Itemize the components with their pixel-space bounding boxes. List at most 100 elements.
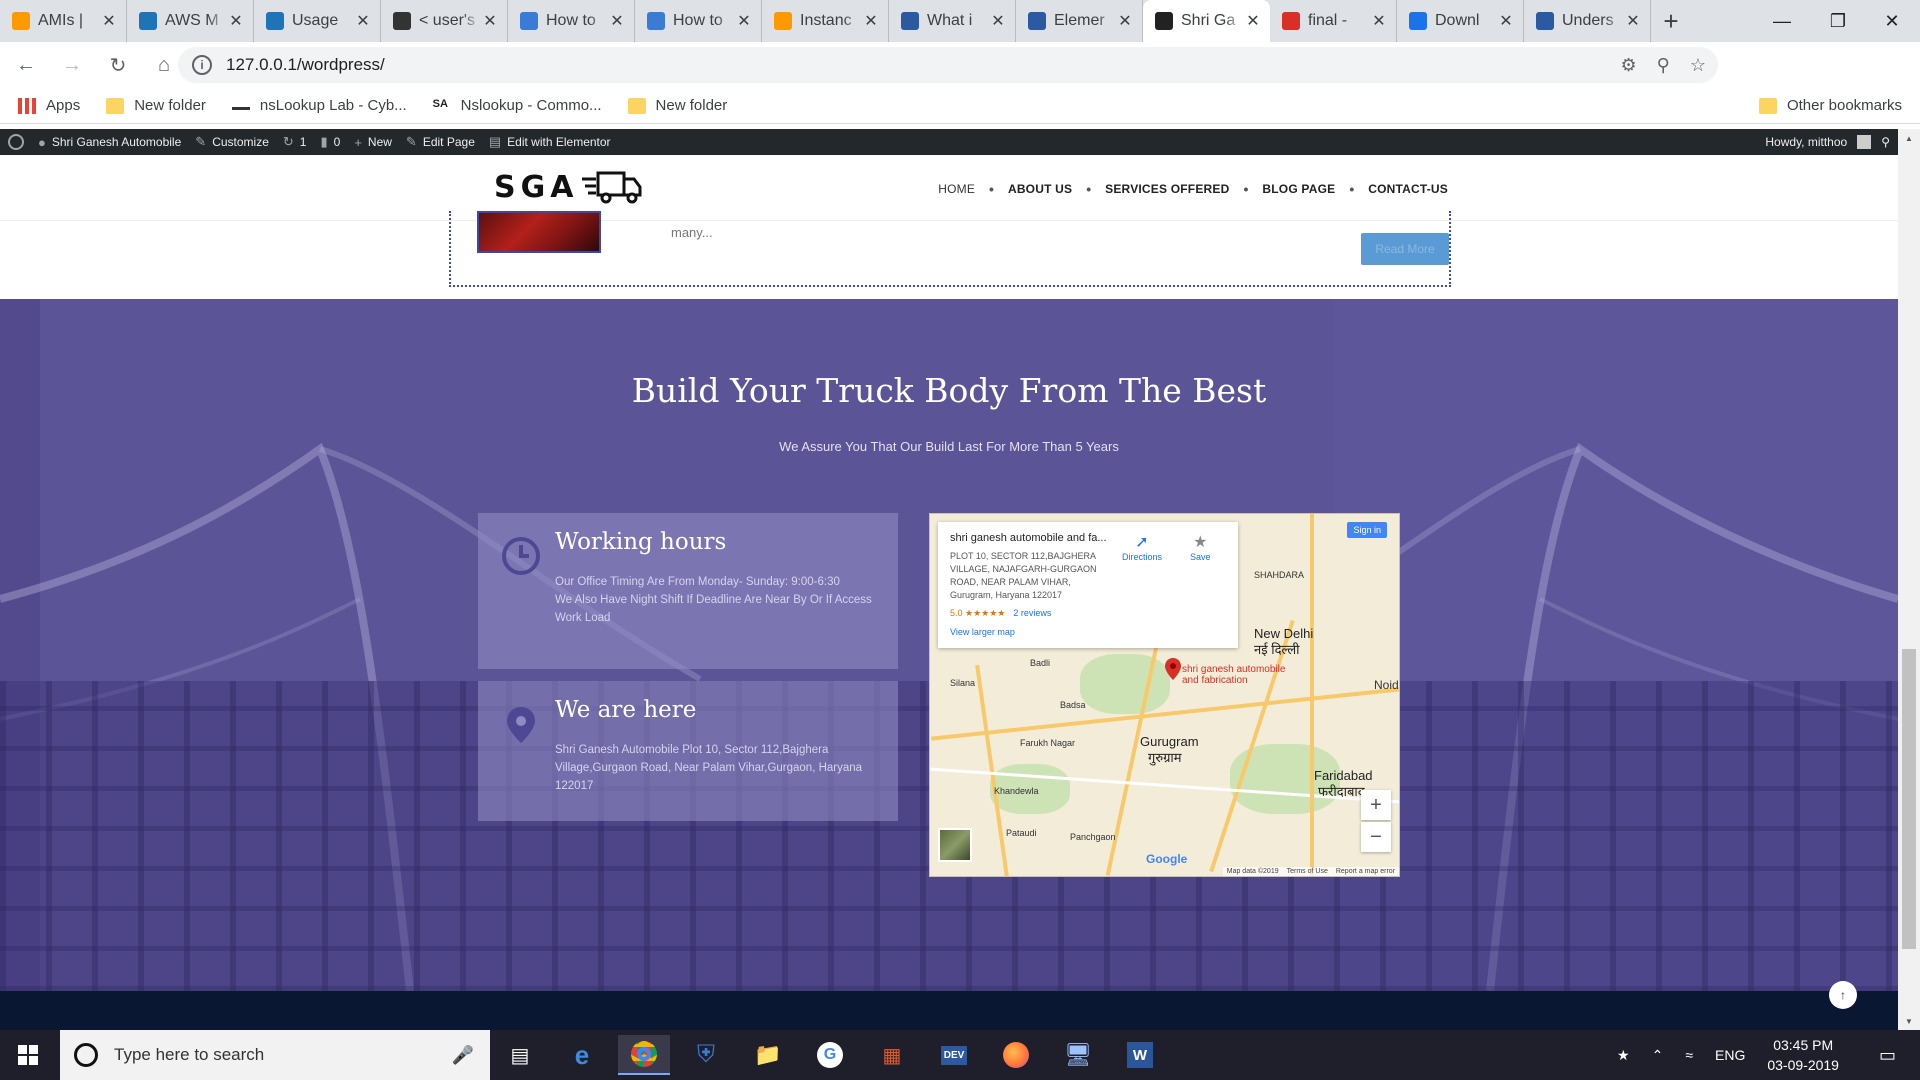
action-center-icon[interactable]: ▭: [1879, 1045, 1896, 1066]
edge-icon[interactable]: e: [556, 1035, 608, 1075]
zoom-icon[interactable]: ⚲: [1657, 55, 1670, 76]
tab-close-icon[interactable]: ✕: [735, 11, 753, 31]
browser-tab[interactable]: Instanc ✕: [762, 0, 889, 42]
tab-close-icon[interactable]: ✕: [100, 11, 118, 31]
security-shield-icon[interactable]: ⛨: [680, 1035, 732, 1075]
site-info-icon[interactable]: i: [192, 55, 212, 75]
tab-close-icon[interactable]: ✕: [989, 11, 1007, 31]
taskbar-search[interactable]: Type here to search 🎤: [60, 1030, 490, 1080]
bookmark-item[interactable]: SA Nslookup - Commo...: [433, 97, 602, 114]
nav-link-home[interactable]: HOME: [938, 182, 975, 196]
dev-cpp-icon[interactable]: DEV: [928, 1035, 980, 1075]
map-zoom-in-button[interactable]: +: [1361, 790, 1391, 820]
tab-close-icon[interactable]: ✕: [1244, 11, 1262, 31]
browser-tab[interactable]: Unders ✕: [1524, 0, 1651, 42]
file-explorer-icon[interactable]: 📁: [742, 1035, 794, 1075]
other-bookmarks[interactable]: Other bookmarks: [1758, 97, 1902, 114]
wp-new[interactable]: + New: [354, 135, 392, 150]
chrome-icon[interactable]: [618, 1035, 670, 1075]
forward-button[interactable]: →: [52, 45, 92, 85]
scroll-up-arrow-icon[interactable]: ▲: [1898, 129, 1920, 147]
winrar-icon[interactable]: ▦: [866, 1035, 918, 1075]
tab-close-icon[interactable]: ✕: [1497, 11, 1515, 31]
browser-tab[interactable]: How to ✕: [508, 0, 635, 42]
translate-blocked-icon[interactable]: ⚙: [1621, 55, 1637, 76]
bookmark-item[interactable]: New folder: [627, 97, 727, 114]
google-map-embed[interactable]: shri ganesh automobile and fa... PLOT 10…: [929, 513, 1400, 877]
report-map-error-link[interactable]: Report a map error: [1336, 868, 1395, 875]
back-button[interactable]: ←: [6, 45, 46, 85]
wp-site-name[interactable]: ● Shri Ganesh Automobile: [38, 135, 181, 150]
browser-tab[interactable]: Elemer ✕: [1016, 0, 1143, 42]
wp-updates[interactable]: ↻ 1: [283, 134, 307, 150]
show-hidden-icons-chevron-icon[interactable]: ⌃: [1652, 1047, 1664, 1064]
microphone-icon[interactable]: 🎤: [452, 1045, 474, 1066]
bookmark-item[interactable]: New folder: [106, 97, 206, 114]
taskbar-clock[interactable]: 03:45 PM 03-09-2019: [1767, 1035, 1839, 1075]
browser-tab[interactable]: How to ✕: [635, 0, 762, 42]
reload-button[interactable]: ↻: [98, 45, 138, 85]
wp-logo-icon[interactable]: [8, 134, 24, 150]
nav-link-contact-us[interactable]: CONTACT-US: [1368, 182, 1448, 196]
maximize-button[interactable]: ❐: [1810, 0, 1866, 42]
wifi-icon[interactable]: ≈: [1685, 1047, 1693, 1063]
page-scrollbar[interactable]: ▲ ▼: [1898, 129, 1920, 1030]
bookmark-star-icon[interactable]: ☆: [1690, 55, 1706, 76]
tab-close-icon[interactable]: ✕: [227, 11, 245, 31]
map-sign-in-button[interactable]: Sign in: [1347, 522, 1387, 538]
tab-close-icon[interactable]: ✕: [1624, 11, 1642, 31]
wp-comments[interactable]: ▮ 0: [320, 134, 340, 150]
read-more-button[interactable]: Read More: [1361, 233, 1449, 265]
browser-tab[interactable]: final - ✕: [1270, 0, 1397, 42]
browser-tab[interactable]: AWS M ✕: [127, 0, 254, 42]
save-place-button[interactable]: ★ Save: [1190, 532, 1211, 562]
wp-howdy[interactable]: Howdy, mitthoo: [1765, 135, 1847, 149]
browser-tab[interactable]: Downl ✕: [1397, 0, 1524, 42]
tab-close-icon[interactable]: ✕: [1116, 11, 1134, 31]
site-logo[interactable]: SGA: [494, 169, 644, 205]
remote-desktop-icon[interactable]: 🖥: [1052, 1035, 1104, 1075]
satellite-toggle[interactable]: [938, 828, 972, 862]
scrollbar-thumb[interactable]: [1902, 649, 1916, 949]
tab-close-icon[interactable]: ✕: [1370, 11, 1388, 31]
wp-edit-elementor[interactable]: ▤ Edit with Elementor: [489, 134, 611, 150]
nav-link-blog-page[interactable]: BLOG PAGE: [1262, 182, 1335, 196]
browser-tab[interactable]: AMIs | ✕: [0, 0, 127, 42]
tab-close-icon[interactable]: ✕: [481, 11, 499, 31]
browser-tab[interactable]: What i ✕: [889, 0, 1016, 42]
view-larger-map-link[interactable]: View larger map: [950, 627, 1226, 637]
people-icon[interactable]: ★: [1617, 1047, 1630, 1064]
tab-close-icon[interactable]: ✕: [608, 11, 626, 31]
bookmark-item[interactable]: Apps: [18, 97, 80, 114]
address-bar[interactable]: i 127.0.0.1/wordpress/ ⚙ ⚲ ☆: [178, 47, 1718, 83]
language-indicator[interactable]: ENG: [1715, 1047, 1745, 1063]
scroll-to-top-button[interactable]: ↑: [1829, 981, 1857, 1009]
bookmark-item[interactable]: nsLookup Lab - Cyb...: [231, 97, 407, 114]
tab-close-icon[interactable]: ✕: [354, 11, 372, 31]
close-window-button[interactable]: ✕: [1864, 0, 1920, 42]
browser-tab[interactable]: Shri Ga ✕: [1143, 0, 1270, 42]
task-view-icon[interactable]: ▤: [494, 1035, 546, 1075]
scroll-down-arrow-icon[interactable]: ▼: [1898, 1012, 1920, 1030]
nav-link-services-offered[interactable]: SERVICES OFFERED: [1105, 182, 1229, 196]
terms-link[interactable]: Terms of Use: [1287, 868, 1328, 875]
directions-button[interactable]: ➚ Directions: [1122, 532, 1162, 562]
blog-thumbnail[interactable]: [477, 211, 601, 253]
start-button[interactable]: [0, 1030, 56, 1080]
new-tab-button[interactable]: +: [1651, 0, 1691, 42]
nav-link-about-us[interactable]: ABOUT US: [1008, 182, 1072, 196]
map-zoom-out-button[interactable]: −: [1361, 822, 1391, 852]
browser-tab[interactable]: Usage ✕: [254, 0, 381, 42]
brush-icon: ✎: [195, 134, 207, 149]
wp-edit-page[interactable]: ✎ Edit Page: [406, 134, 475, 150]
map-reviews-link[interactable]: 2 reviews: [1013, 608, 1051, 618]
word-icon[interactable]: W: [1114, 1035, 1166, 1075]
browser-tab[interactable]: < user's ✕: [381, 0, 508, 42]
minimize-button[interactable]: —: [1754, 0, 1810, 42]
wp-customize[interactable]: ✎ Customize: [195, 134, 269, 150]
google-app-icon[interactable]: G: [804, 1035, 856, 1075]
wp-search-icon[interactable]: ⚲: [1881, 135, 1890, 149]
firefox-icon[interactable]: [990, 1035, 1042, 1075]
tab-close-icon[interactable]: ✕: [862, 11, 880, 31]
map-marker-icon[interactable]: [1165, 658, 1181, 680]
